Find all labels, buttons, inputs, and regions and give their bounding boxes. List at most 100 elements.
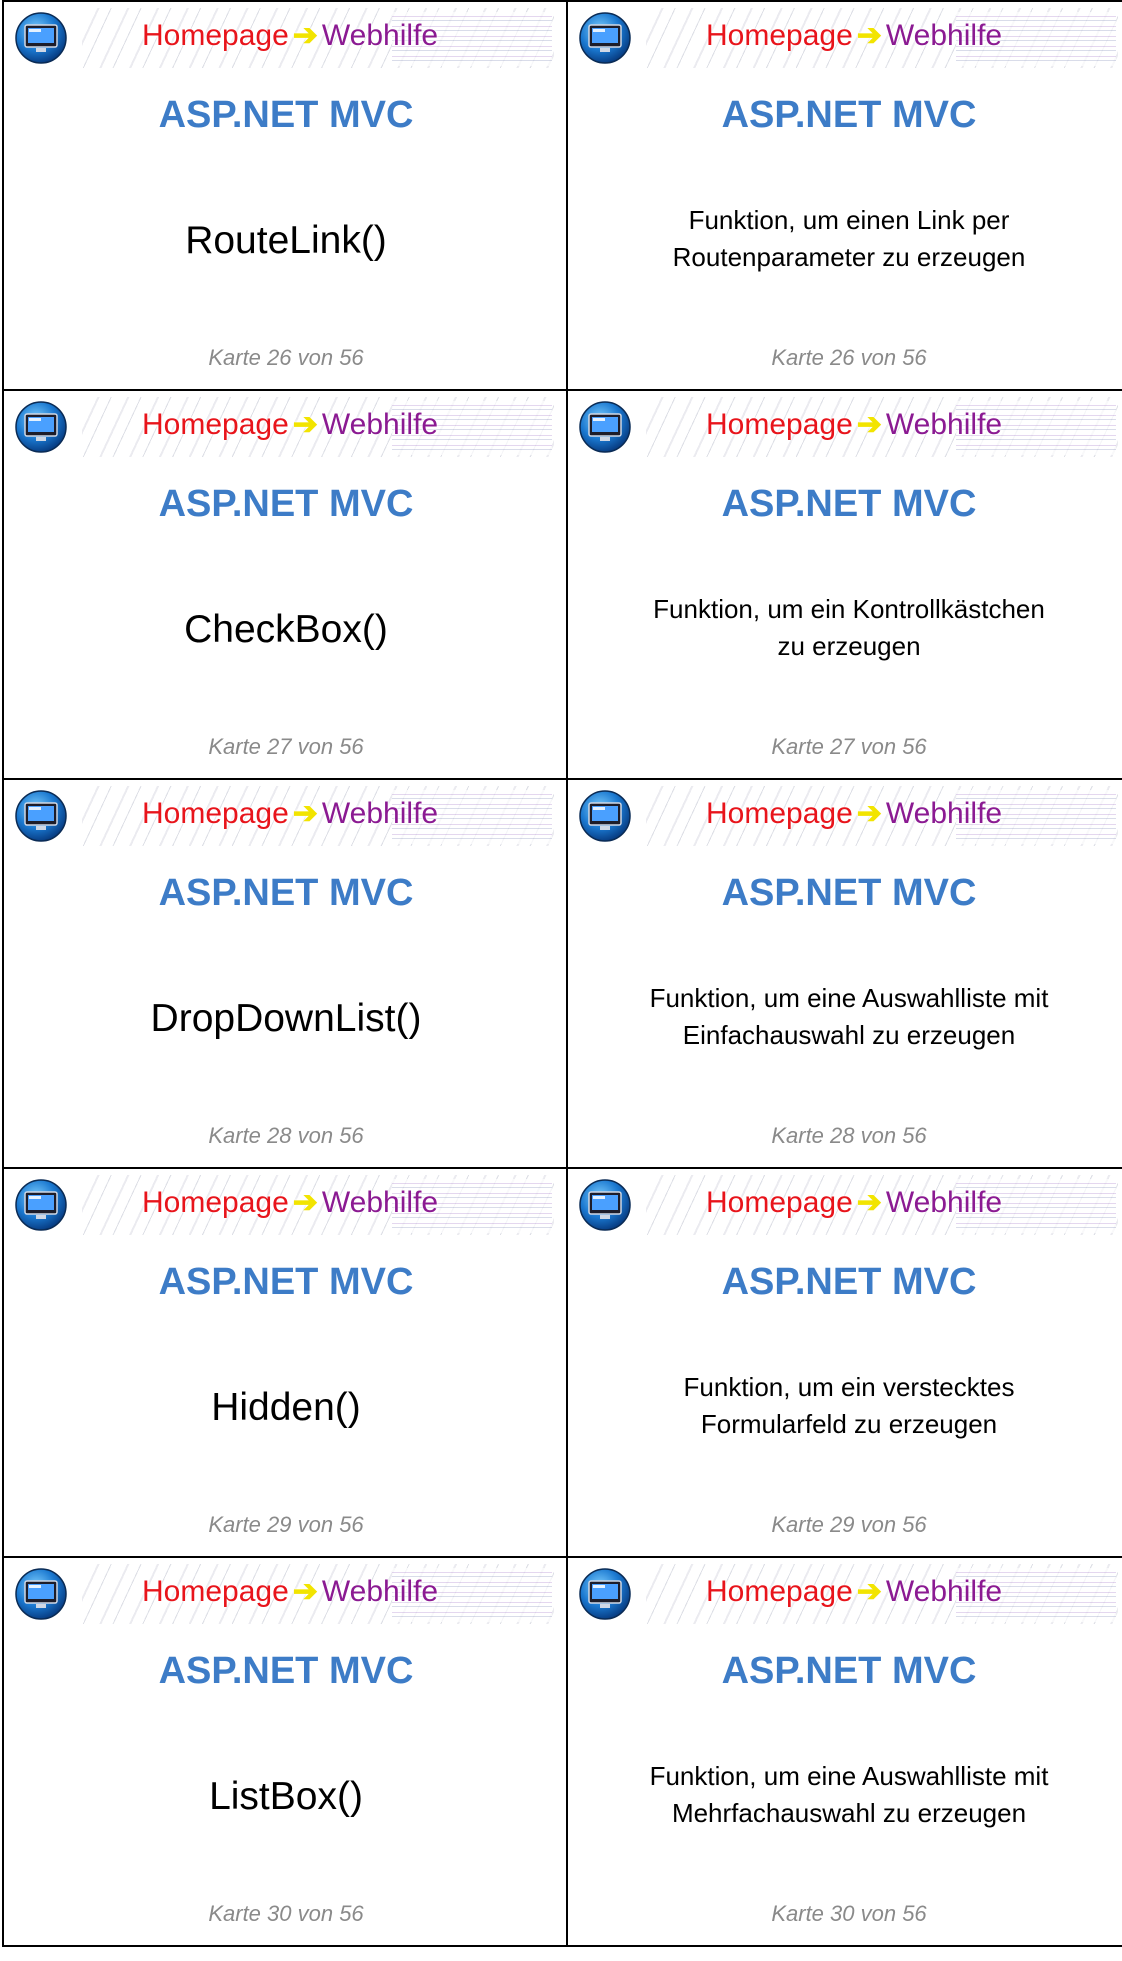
card-subject: ASP.NET MVC bbox=[721, 1261, 977, 1303]
brand-webhilfe: Webhilfe bbox=[321, 1575, 439, 1608]
card-subject: ASP.NET MVC bbox=[721, 872, 977, 914]
brand-webhilfe: Webhilfe bbox=[885, 1575, 1003, 1608]
card-term: CheckBox() bbox=[184, 608, 388, 651]
flashcard-back: Homepage ➔ Webhilfe ASP.NET MVC Funktion, um… bbox=[566, 389, 1122, 778]
flashcard-front: Homepage ➔ Webhilfe ASP.NET MVC RouteLink() K… bbox=[2, 0, 568, 389]
flashcard-front: Homepage ➔ Webhilfe ASP.NET MVC DropDownList… bbox=[2, 778, 568, 1167]
definition-line: Funktion, um eine Auswahlliste mit bbox=[649, 983, 1049, 1013]
definition-line: Funktion, um eine Auswahlliste mit bbox=[649, 1761, 1049, 1791]
brand-homepage: Homepage bbox=[142, 408, 289, 441]
card-counter: Karte 27 von 56 bbox=[208, 734, 364, 759]
definition-line: Einfachauswahl zu erzeugen bbox=[682, 1020, 1016, 1050]
globe-monitor-icon bbox=[14, 789, 68, 843]
brand-banner: Homepage ➔ Webhilfe bbox=[576, 1175, 1118, 1235]
brand-banner: Homepage ➔ Webhilfe bbox=[576, 8, 1118, 68]
card-definition: Funktion, um einen Link per Routenparamet… bbox=[588, 202, 1110, 276]
definition-line: zu erzeugen bbox=[777, 631, 921, 661]
brand-title: Homepage ➔ Webhilfe bbox=[142, 1181, 438, 1225]
card-term: ListBox() bbox=[209, 1775, 363, 1818]
card-subject: ASP.NET MVC bbox=[158, 94, 414, 136]
brand-banner: Homepage ➔ Webhilfe bbox=[12, 8, 554, 68]
brand-title: Homepage ➔ Webhilfe bbox=[706, 14, 1002, 58]
brand-webhilfe: Webhilfe bbox=[321, 797, 439, 830]
card-definition: Funktion, um eine Auswahlliste mit Einfac… bbox=[588, 980, 1110, 1054]
card-counter: Karte 28 von 56 bbox=[208, 1123, 364, 1148]
card-subject: ASP.NET MVC bbox=[721, 483, 977, 525]
card-subject: ASP.NET MVC bbox=[158, 872, 414, 914]
brand-homepage: Homepage bbox=[706, 19, 853, 52]
brand-title: Homepage ➔ Webhilfe bbox=[706, 1181, 1002, 1225]
globe-monitor-icon bbox=[578, 400, 632, 454]
globe-monitor-icon bbox=[14, 400, 68, 454]
brand-banner: Homepage ➔ Webhilfe bbox=[12, 1564, 554, 1624]
brand-banner: Homepage ➔ Webhilfe bbox=[12, 1175, 554, 1235]
brand-homepage: Homepage bbox=[142, 1186, 289, 1219]
definition-line: Funktion, um ein verstecktes bbox=[683, 1372, 1015, 1402]
brand-banner: Homepage ➔ Webhilfe bbox=[12, 786, 554, 846]
definition-line: Funktion, um ein Kontrollkästchen bbox=[653, 594, 1045, 624]
definition-line: Mehrfachauswahl zu erzeugen bbox=[671, 1798, 1027, 1828]
brand-title: Homepage ➔ Webhilfe bbox=[142, 792, 438, 836]
brand-banner: Homepage ➔ Webhilfe bbox=[12, 397, 554, 457]
brand-title: Homepage ➔ Webhilfe bbox=[142, 1570, 438, 1614]
brand-webhilfe: Webhilfe bbox=[321, 408, 439, 441]
globe-monitor-icon bbox=[14, 1178, 68, 1232]
brand-webhilfe: Webhilfe bbox=[885, 797, 1003, 830]
brand-arrow-icon: ➔ bbox=[856, 19, 882, 52]
globe-monitor-icon bbox=[14, 1567, 68, 1621]
card-subject: ASP.NET MVC bbox=[721, 94, 977, 136]
brand-homepage: Homepage bbox=[142, 19, 289, 52]
brand-title: Homepage ➔ Webhilfe bbox=[706, 1570, 1002, 1614]
card-counter: Karte 27 von 56 bbox=[771, 734, 927, 759]
brand-title: Homepage ➔ Webhilfe bbox=[706, 403, 1002, 447]
brand-webhilfe: Webhilfe bbox=[321, 1186, 439, 1219]
globe-monitor-icon bbox=[578, 1178, 632, 1232]
brand-webhilfe: Webhilfe bbox=[885, 19, 1003, 52]
definition-line: Formularfeld zu erzeugen bbox=[700, 1409, 998, 1439]
flashcard-front: Homepage ➔ Webhilfe ASP.NET MVC ListBox() Kar… bbox=[2, 1556, 568, 1947]
card-counter: Karte 30 von 56 bbox=[208, 1901, 364, 1926]
card-definition: Funktion, um ein verstecktes Formularfeld… bbox=[588, 1369, 1110, 1443]
card-definition: Funktion, um eine Auswahlliste mit Mehrfa… bbox=[588, 1758, 1110, 1832]
brand-homepage: Homepage bbox=[706, 797, 853, 830]
brand-homepage: Homepage bbox=[706, 1575, 853, 1608]
brand-banner: Homepage ➔ Webhilfe bbox=[576, 1564, 1118, 1624]
brand-arrow-icon: ➔ bbox=[292, 1186, 318, 1219]
brand-banner: Homepage ➔ Webhilfe bbox=[576, 397, 1118, 457]
brand-webhilfe: Webhilfe bbox=[321, 19, 439, 52]
brand-arrow-icon: ➔ bbox=[292, 19, 318, 52]
flashcard-back: Homepage ➔ Webhilfe ASP.NET MVC Funktion, um… bbox=[566, 0, 1122, 389]
flashcard-sheet: Homepage ➔ Webhilfe ASP.NET MVC RouteLink() K… bbox=[0, 0, 1122, 1961]
brand-homepage: Homepage bbox=[706, 408, 853, 441]
brand-arrow-icon: ➔ bbox=[292, 408, 318, 441]
brand-arrow-icon: ➔ bbox=[292, 1575, 318, 1608]
card-term: Hidden() bbox=[211, 1386, 361, 1429]
brand-webhilfe: Webhilfe bbox=[885, 1186, 1003, 1219]
flashcard-back: Homepage ➔ Webhilfe ASP.NET MVC Funktion, um… bbox=[566, 1167, 1122, 1556]
globe-monitor-icon bbox=[578, 789, 632, 843]
card-counter: Karte 30 von 56 bbox=[771, 1901, 927, 1926]
globe-monitor-icon bbox=[578, 11, 632, 65]
card-counter: Karte 29 von 56 bbox=[208, 1512, 364, 1537]
card-counter: Karte 28 von 56 bbox=[771, 1123, 927, 1148]
brand-title: Homepage ➔ Webhilfe bbox=[142, 14, 438, 58]
flashcard-front: Homepage ➔ Webhilfe ASP.NET MVC Hidden() Kart… bbox=[2, 1167, 568, 1556]
card-term: DropDownList() bbox=[150, 997, 422, 1040]
card-subject: ASP.NET MVC bbox=[158, 1650, 414, 1692]
brand-arrow-icon: ➔ bbox=[856, 797, 882, 830]
brand-webhilfe: Webhilfe bbox=[885, 408, 1003, 441]
brand-title: Homepage ➔ Webhilfe bbox=[142, 403, 438, 447]
flashcard-back: Homepage ➔ Webhilfe ASP.NET MVC Funktion, um… bbox=[566, 1556, 1122, 1947]
brand-homepage: Homepage bbox=[706, 1186, 853, 1219]
card-counter: Karte 29 von 56 bbox=[771, 1512, 927, 1537]
brand-title: Homepage ➔ Webhilfe bbox=[706, 792, 1002, 836]
brand-arrow-icon: ➔ bbox=[856, 408, 882, 441]
card-counter: Karte 26 von 56 bbox=[208, 345, 364, 370]
card-term: RouteLink() bbox=[185, 219, 387, 262]
definition-line: Routenparameter zu erzeugen bbox=[672, 242, 1026, 272]
brand-homepage: Homepage bbox=[142, 797, 289, 830]
card-subject: ASP.NET MVC bbox=[158, 1261, 414, 1303]
brand-banner: Homepage ➔ Webhilfe bbox=[576, 786, 1118, 846]
brand-homepage: Homepage bbox=[142, 1575, 289, 1608]
brand-arrow-icon: ➔ bbox=[856, 1186, 882, 1219]
